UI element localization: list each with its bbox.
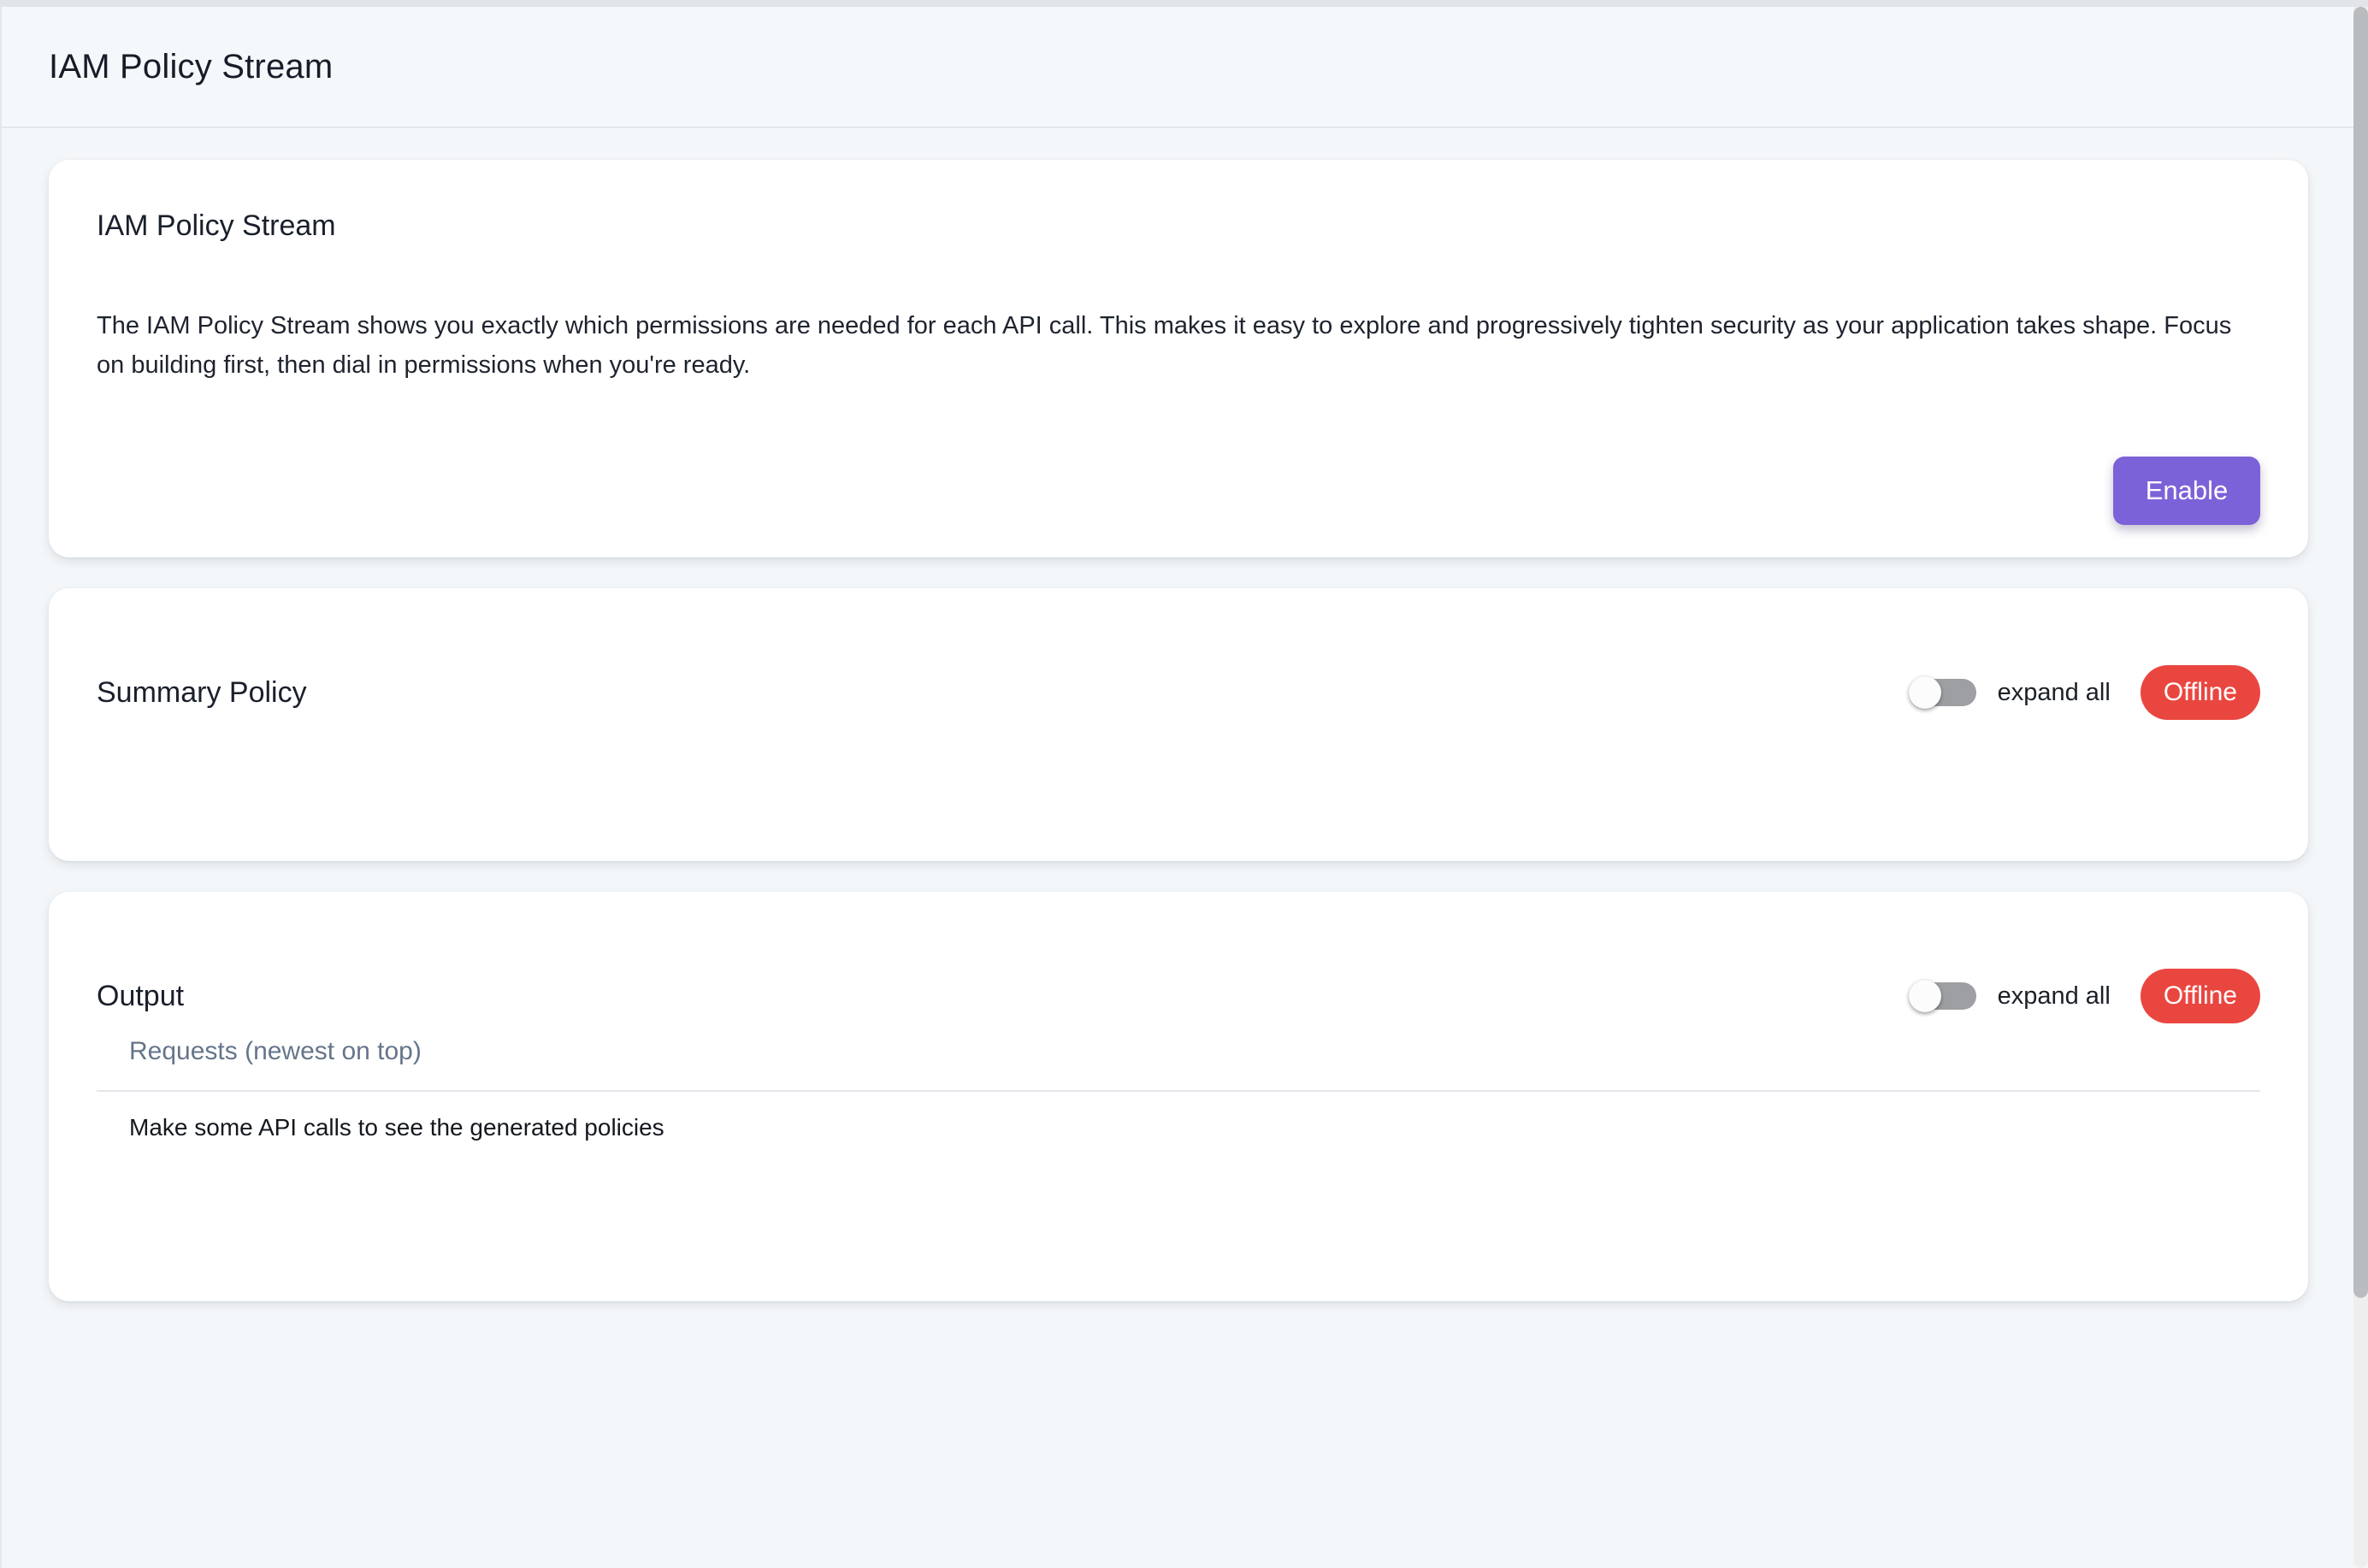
output-header-row: Output expand all Offline (97, 892, 2260, 1030)
summary-expand-all-toggle[interactable] (1918, 679, 1976, 706)
output-expand-all-label: expand all (1998, 982, 2111, 1011)
intro-card: IAM Policy Stream The IAM Policy Stream … (49, 160, 2308, 557)
output-expand-all-toggle[interactable] (1918, 982, 1976, 1010)
summary-policy-controls: expand all Offline (1909, 665, 2260, 720)
enable-button[interactable]: Enable (2113, 457, 2260, 525)
intro-card-description: The IAM Policy Stream shows you exactly … (97, 306, 2260, 386)
requests-empty-message: Make some API calls to see the generated… (97, 1092, 2260, 1141)
output-controls: expand all Offline (1909, 969, 2260, 1023)
page-title: IAM Policy Stream (49, 48, 333, 86)
requests-section: Requests (newest on top) Make some API c… (97, 1037, 2260, 1141)
summary-policy-header-row: Summary Policy expand all Offline (97, 588, 2260, 727)
requests-heading-row: Requests (newest on top) (97, 1037, 2260, 1092)
summary-policy-title: Summary Policy (97, 676, 1909, 710)
summary-policy-card: Summary Policy expand all Offline (49, 588, 2308, 861)
output-card: Output expand all Offline Requests (newe… (49, 892, 2308, 1301)
window-left-edge (0, 7, 2, 1568)
summary-expand-all-label: expand all (1998, 679, 2111, 707)
intro-card-title: IAM Policy Stream (97, 209, 2260, 243)
output-title: Output (97, 980, 1909, 1013)
scrollbar-track[interactable] (2353, 7, 2368, 1568)
window-top-strip (0, 0, 2368, 7)
output-status-badge: Offline (2141, 969, 2260, 1023)
main-content: IAM Policy Stream The IAM Policy Stream … (49, 128, 2308, 1301)
summary-status-badge: Offline (2141, 665, 2260, 720)
toggle-knob (1909, 676, 1941, 709)
page-header: IAM Policy Stream (2, 7, 2353, 128)
toggle-knob (1909, 980, 1941, 1012)
scrollbar-thumb[interactable] (2353, 7, 2368, 1298)
requests-heading: Requests (newest on top) (129, 1037, 422, 1065)
